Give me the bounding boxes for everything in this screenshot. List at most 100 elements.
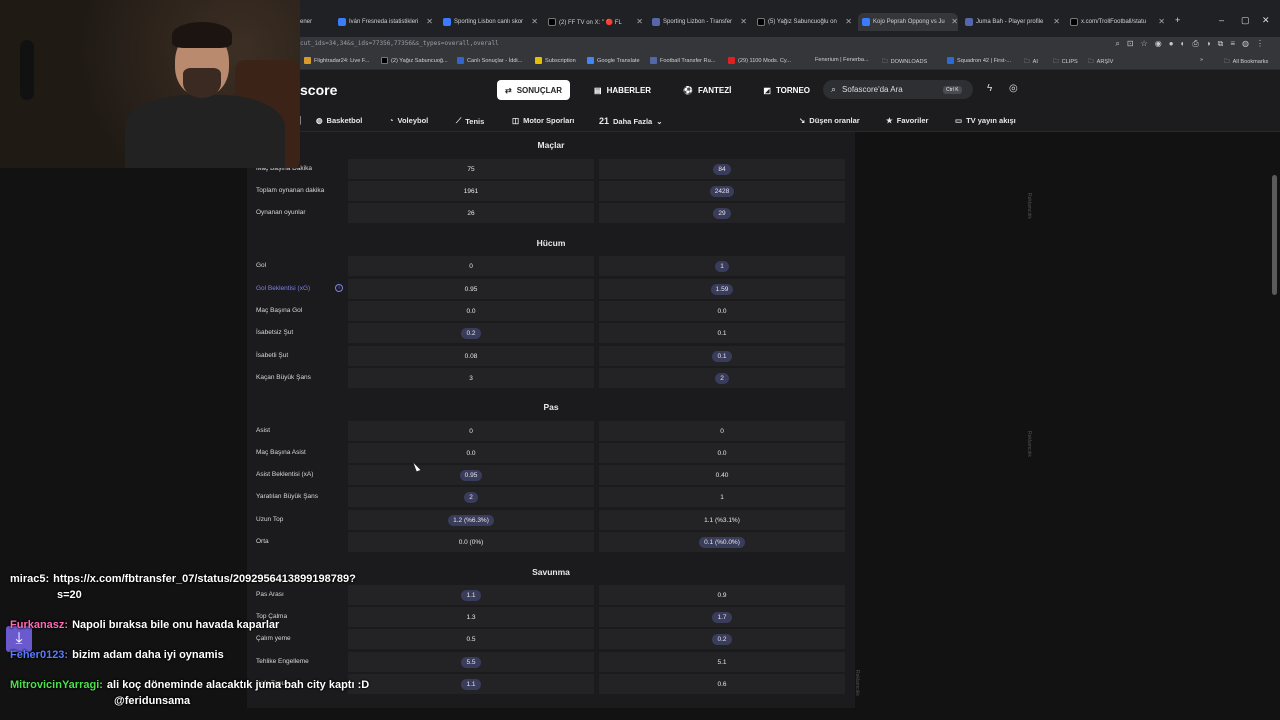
stat-value-left: 2 [348,487,594,507]
close-icon[interactable]: ✕ [740,17,747,26]
x-logo-icon [757,18,765,26]
star-icon: ★ [886,116,893,125]
extension-icon[interactable]: ◑ [1206,39,1211,49]
info-icon[interactable]: i [335,284,343,292]
close-icon[interactable]: ✕ [531,17,538,26]
screen: { "browser": { "tabs": [ {"label": "ener… [0,0,1280,720]
search-input[interactable] [842,85,938,94]
close-icon[interactable]: ✕ [1158,17,1165,26]
install-icon[interactable]: ⊡ [1127,39,1134,49]
stat-row: Orta 0.0 (0%) 0.1 (%0.0%) [247,532,855,552]
maximize-icon[interactable]: ▢ [1241,15,1250,26]
tv-schedule[interactable]: ▭ TV yayın akışı [955,116,1016,125]
nav-torneo[interactable]: ◩ TORNEO [755,80,818,100]
stat-value-right: 2428 [599,181,845,201]
url-field[interactable]: cut_ids=34,34&s_ids=77356,77356&s_types=… [300,40,499,47]
close-window-icon[interactable]: ✕ [1262,15,1270,26]
stat-value-left: 0 [348,256,594,276]
tab-6-active[interactable]: Kojo Peprah Oppong vs Ju ✕ [858,13,958,31]
tab-5[interactable]: (5) Yağız Sabuncuoğlu on ✕ [757,13,852,31]
extension-icon[interactable]: ● [1169,39,1174,49]
streamer-webcam [0,0,300,168]
chat-text: bizim adam daha iyi oynamis [72,649,224,661]
close-icon[interactable]: ✕ [426,17,433,26]
stat-row: Yaratılan Büyük Şans 2 1 [247,487,855,507]
lightning-icon[interactable]: ϟ [987,83,992,94]
all-bookmarks[interactable]: 🗀 All Bookmarks [1224,57,1268,67]
sofascore-logo[interactable]: score [300,82,337,98]
new-tab-icon[interactable]: + [1175,15,1180,25]
bookmark-star-icon[interactable]: ☆ [1141,39,1148,49]
tab-7[interactable]: Juma Bah - Player profile ✕ [965,13,1060,31]
sport-volleyball[interactable]: ◔ Voleybol [389,116,428,125]
sport-more[interactable]: 21 Daha Fazla ⌄ [599,116,663,126]
bookmark-item[interactable]: Flightradar24: Live F... [304,57,369,64]
nav-fantasy[interactable]: ⚽ FANTEZİ [675,80,739,100]
stat-value-left: 75 [348,159,594,179]
bookmark-item[interactable]: Squadron 42 | First-... [947,57,1011,64]
bookmark-folder[interactable]: 🗀 ARŞİV [1088,57,1113,67]
shortcut-badge: Ctrl K [943,85,962,94]
sport-motorsport[interactable]: ◫ Motor Sporları [512,116,574,125]
close-icon[interactable]: ✕ [845,17,852,26]
profile-icon[interactable]: ◍ [1242,39,1249,49]
x-logo-icon [381,57,388,64]
bookmark-item[interactable]: (29) 1100 Mods. Cy... [728,57,791,64]
tab-0[interactable]: ener [300,13,322,31]
nav-results[interactable]: ⇄ SONUÇLAR [497,80,571,100]
close-icon[interactable]: ✕ [636,17,643,26]
minimize-icon[interactable]: – [1219,15,1224,25]
dropping-odds[interactable]: ↘ Düşen oranlar [799,116,860,125]
search-icon: ⌕ [831,84,837,94]
stream-chat: mirac5: https://x.com/fbtransfer_07/statu… [0,568,420,720]
chat-text: @feridunsama [114,695,191,707]
user-icon[interactable]: ◎ [1009,83,1018,94]
chevron-right-icon[interactable]: » [1200,57,1203,63]
stat-value-right: 2 [599,368,845,388]
microphone [20,40,34,100]
extension-icon[interactable]: ◐ [1181,39,1186,49]
stat-value-right: 84 [599,159,845,179]
bookmark-item[interactable]: Subscription [535,57,576,64]
sport-basketball[interactable]: ◍ Basketbol [316,116,362,125]
stat-value-right: 1.59 [599,279,845,299]
bookmark-folder[interactable]: 🗀 CLIPS [1053,57,1078,67]
tab-8[interactable]: x.com/TrollFootball/statu ✕ [1070,13,1165,31]
favorites[interactable]: ★ Favoriler [886,116,928,125]
tab-2[interactable]: Sporting Lisbon canlı skor ✕ [443,13,538,31]
xg-link[interactable]: Gol Beklentisi (xG) [256,285,310,292]
bookmark-item[interactable]: Google Translate [587,57,640,64]
tab-4[interactable]: Sporting Lizbon - Transfer ✕ [652,13,747,31]
close-icon[interactable]: ✕ [951,17,958,26]
search-box[interactable]: ⌕ Ctrl K [823,80,973,99]
puzzle-icon[interactable]: ⧉ [1218,39,1224,49]
top-nav: ⇄ SONUÇLAR ▤ HABERLER ⚽ FANTEZİ ◩ TORNEO [497,80,818,100]
tab-1[interactable]: Iván Fresneda istatistikleri ✕ [338,13,433,31]
more-icon[interactable]: ⋮ [1256,39,1264,49]
stat-value-right: 1.7 [599,607,845,627]
x-logo-icon [1070,18,1078,26]
nav-news[interactable]: ▤ HABERLER [586,80,659,100]
section-title-matches: Maçlar [537,140,565,150]
menu-icon[interactable]: ≡ [1230,39,1235,49]
zoom-icon[interactable]: ⌕ [1115,39,1119,49]
bookmark-item[interactable]: Football Transfer Ru... [650,57,715,64]
chevron-down-icon: ⌄ [656,116,663,126]
bookmark-folder[interactable]: 🗀 AI [1024,57,1038,67]
page-scrollbar[interactable] [1272,175,1277,295]
close-icon[interactable]: ✕ [1053,17,1060,26]
extension-icon[interactable]: ⎙ [1192,39,1198,49]
bookmark-item[interactable]: (2) Yağız Sabuncuoğ... [381,57,448,64]
tab-3[interactable]: (2) FF TV on X: " 🔴 FL ✕ [548,13,643,31]
bookmark-item[interactable]: Canlı Sonuçlar - İddi... [457,57,522,64]
stat-value-left: 0.0 [348,443,594,463]
stat-value-right: 1.1 (%3.1%) [599,510,845,530]
sport-tennis[interactable]: ⟋ Tenis [456,116,484,126]
bookmark-item[interactable]: Fenerium | Fenerba... [815,57,869,63]
bookmark-folder[interactable]: 🗀 DOWNLOADS [882,57,927,67]
stat-value-right: 0.1 [599,323,845,343]
extension-icon[interactable]: ◉ [1155,39,1162,49]
trend-down-icon: ↘ [799,116,806,125]
tab-favicon [652,18,660,26]
bookmark-icon [947,57,954,64]
